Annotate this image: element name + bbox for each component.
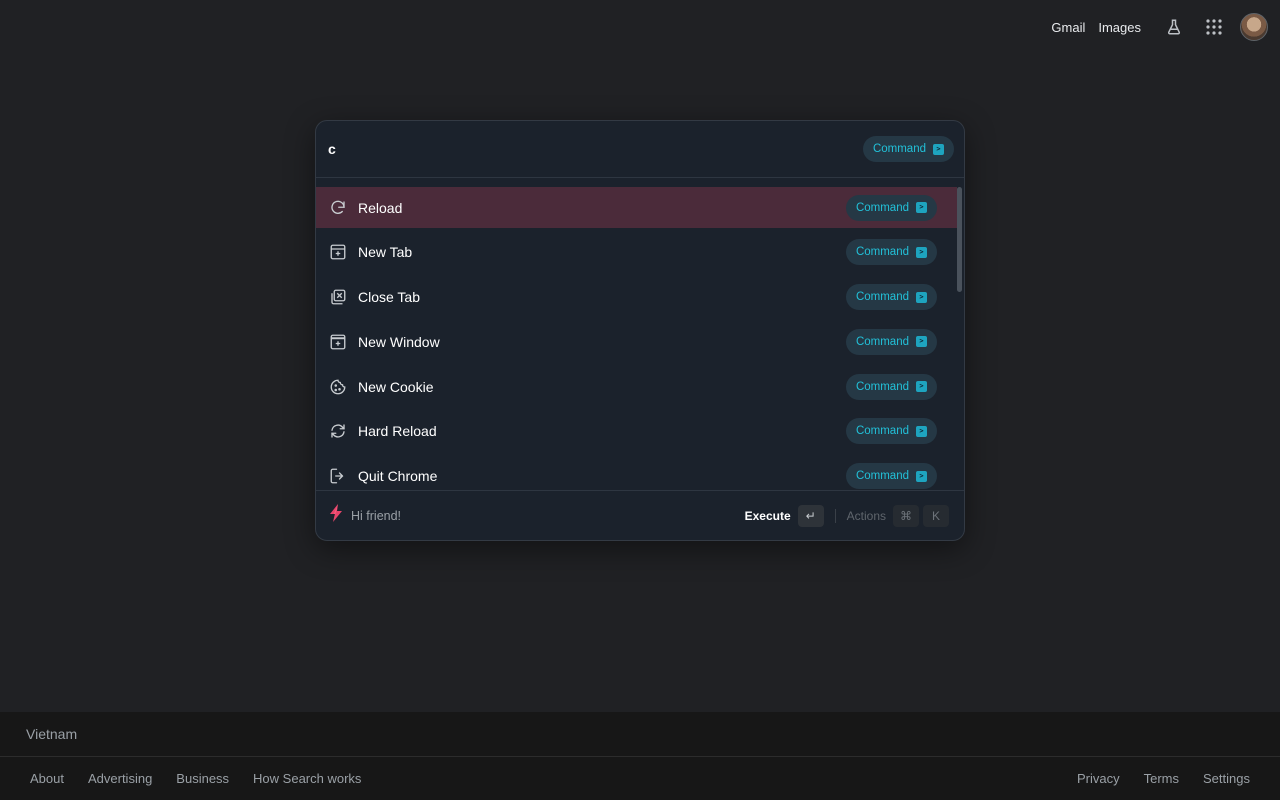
footer-link-privacy[interactable]: Privacy [1065, 771, 1132, 786]
new-window-icon [329, 333, 347, 351]
command-badge: Command > [845, 463, 937, 490]
terminal-icon: > [916, 470, 927, 482]
command-badge-label: Command [855, 380, 909, 393]
reload-icon [329, 199, 347, 217]
command-label: New Window [358, 333, 440, 350]
command-label: New Cookie [358, 378, 434, 395]
command-item-new-window[interactable]: New Window Command > [316, 321, 957, 362]
mode-badge[interactable]: Command > [862, 136, 954, 162]
command-badge: Command > [845, 373, 937, 400]
new-tab-icon [329, 243, 347, 261]
footer-divider [834, 508, 836, 523]
command-item-quit-chrome[interactable]: Quit Chrome Command > [316, 456, 957, 492]
terminal-icon: > [916, 202, 927, 213]
terminal-icon: > [916, 336, 927, 348]
command-item-close-tab[interactable]: Close Tab Command > [316, 277, 957, 318]
actions-label[interactable]: Actions [847, 509, 886, 523]
footer-link-advertising[interactable]: Advertising [76, 771, 164, 786]
bolt-logo-icon [330, 504, 342, 527]
execute-label[interactable]: Execute [745, 509, 791, 523]
close-tab-icon [329, 288, 347, 306]
command-badge-label: Command [855, 291, 909, 304]
footer-left-links: About Advertising Business How Search wo… [18, 771, 373, 786]
terminal-icon: > [916, 291, 927, 303]
command-badge-label: Command [855, 335, 909, 348]
command-label: Quit Chrome [358, 468, 438, 485]
terminal-icon: > [933, 143, 944, 155]
command-label: Close Tab [358, 289, 421, 306]
cookie-icon [329, 378, 347, 396]
footer-link-how-search-works[interactable]: How Search works [241, 771, 373, 786]
k-key[interactable]: K [923, 504, 949, 527]
images-link[interactable]: Images [1098, 20, 1141, 35]
list-scrollbar[interactable] [957, 187, 962, 292]
footer-link-settings[interactable]: Settings [1191, 771, 1262, 786]
palette-footer: Hi friend! Execute ↵ Actions ⌘ K [316, 490, 964, 540]
top-bar: Gmail Images [1051, 0, 1280, 54]
palette-search-input[interactable] [328, 141, 728, 157]
mode-badge-label: Command [872, 143, 926, 155]
account-avatar[interactable] [1240, 13, 1268, 41]
command-badge-label: Command [855, 246, 909, 259]
country-label: Vietnam [0, 712, 1280, 757]
command-badge: Command > [845, 194, 937, 221]
apps-grid-icon[interactable] [1194, 7, 1234, 47]
labs-flask-icon[interactable] [1154, 7, 1194, 47]
command-item-reload[interactable]: Reload Command > [316, 187, 957, 228]
command-item-hard-reload[interactable]: Hard Reload Command > [316, 411, 957, 452]
footer-link-business[interactable]: Business [164, 771, 241, 786]
footer-right-links: Privacy Terms Settings [1065, 771, 1262, 786]
enter-key[interactable]: ↵ [797, 504, 824, 527]
cmd-key[interactable]: ⌘ [893, 504, 919, 527]
command-badge: Command > [845, 239, 937, 266]
greeting-text: Hi friend! [351, 508, 402, 523]
palette-search-row: Command > [316, 121, 964, 178]
gmail-link[interactable]: Gmail [1051, 20, 1085, 35]
footer-link-about[interactable]: About [18, 771, 76, 786]
command-list: Reload Command > New Tab Command > Close… [316, 187, 957, 492]
command-badge: Command > [845, 284, 937, 311]
terminal-icon: > [916, 381, 927, 393]
command-palette: Command > Reload Command > [315, 120, 965, 541]
terminal-icon: > [916, 425, 927, 437]
page-footer: Vietnam About Advertising Business How S… [0, 712, 1280, 800]
command-badge-label: Command [855, 425, 909, 438]
command-badge-label: Command [855, 470, 909, 483]
terminal-icon: > [916, 246, 927, 258]
command-label: Hard Reload [358, 423, 437, 440]
command-badge-label: Command [855, 201, 909, 214]
command-item-new-cookie[interactable]: New Cookie Command > [316, 366, 957, 407]
footer-link-terms[interactable]: Terms [1132, 771, 1191, 786]
command-badge: Command > [845, 328, 937, 355]
quit-icon [329, 467, 347, 485]
command-item-new-tab[interactable]: New Tab Command > [316, 232, 957, 273]
hard-reload-icon [329, 422, 347, 440]
command-badge: Command > [845, 418, 937, 445]
command-label: Reload [358, 199, 403, 216]
command-label: New Tab [358, 244, 413, 261]
